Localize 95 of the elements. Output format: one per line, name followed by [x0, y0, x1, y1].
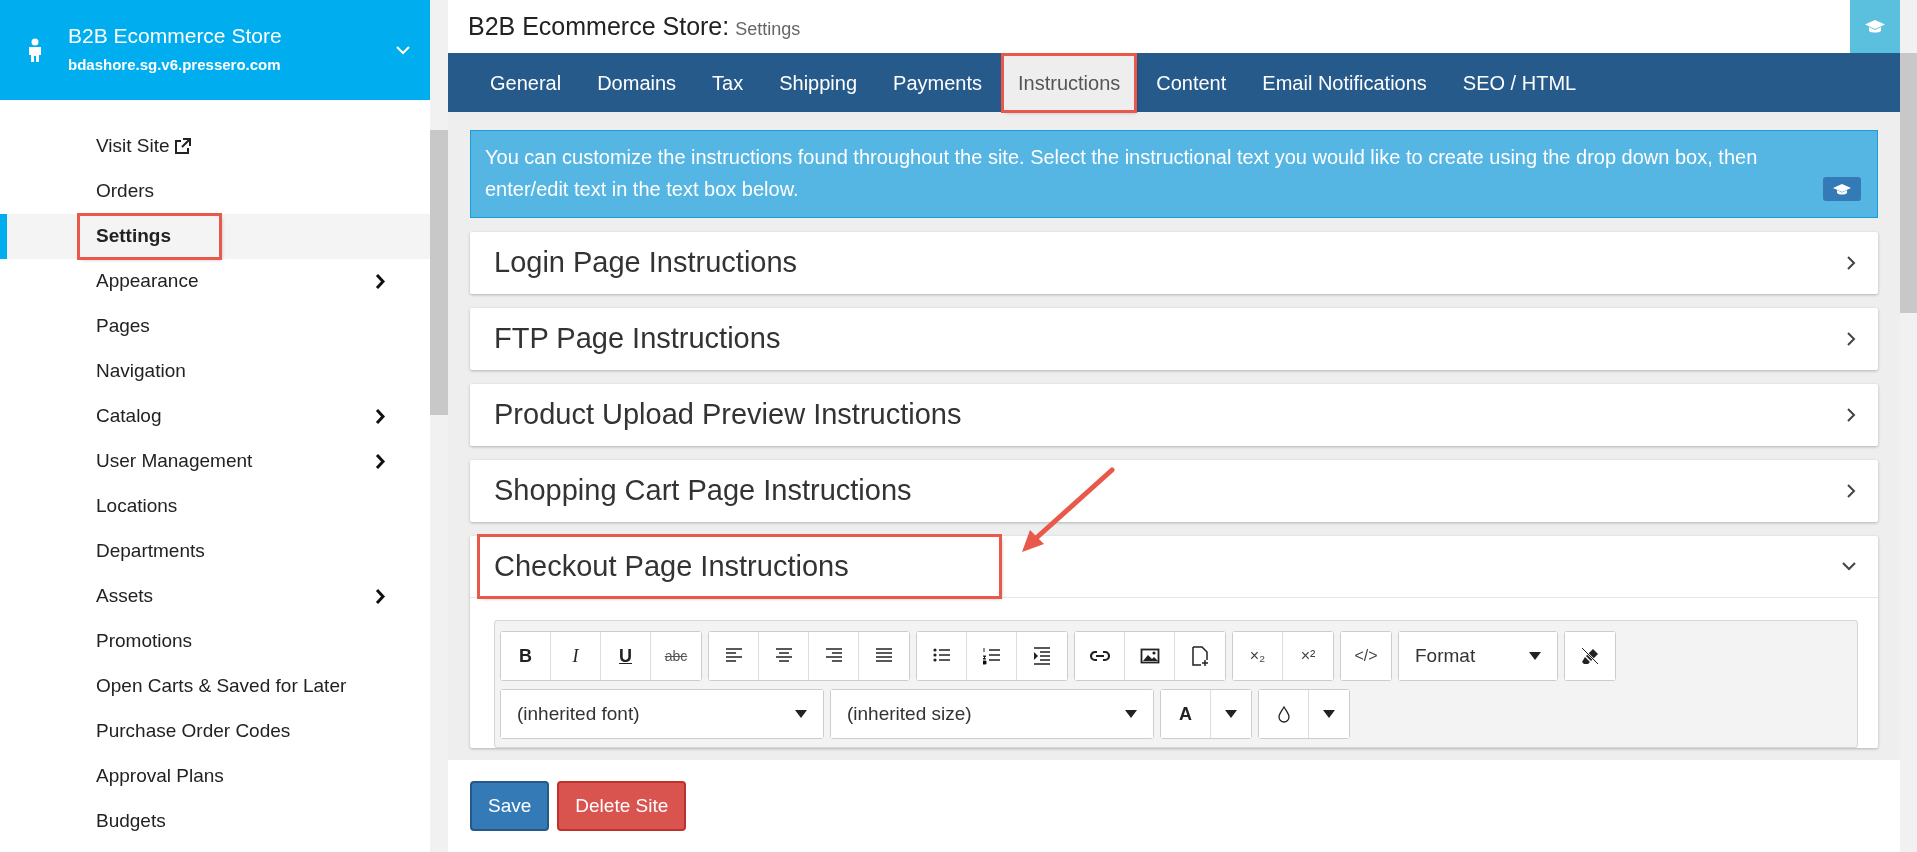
sidebar-item-label: Pages	[96, 314, 150, 339]
sidebar-item[interactable]: Locations	[0, 484, 430, 529]
chevron-right-icon	[1847, 332, 1856, 346]
sidebar-item[interactable]: Departments	[0, 529, 430, 574]
eraser-icon	[1580, 646, 1600, 666]
save-button[interactable]: Save	[470, 780, 550, 832]
toolbar-button[interactable]	[917, 632, 967, 680]
indent-icon	[1032, 646, 1052, 666]
caret-icon	[1225, 710, 1237, 718]
toolbar-button[interactable]: ×₂	[1233, 632, 1283, 680]
caret-icon	[1529, 652, 1541, 660]
graduation-cap-icon	[1865, 19, 1885, 34]
help-button[interactable]	[1823, 177, 1861, 201]
sidebar-item-label: Budgets	[96, 809, 166, 834]
tab[interactable]: Payments	[879, 55, 996, 110]
tab[interactable]: Domains	[583, 55, 691, 110]
sidebar-item[interactable]: Pages	[0, 304, 430, 349]
section-title: Login Page Instructions	[493, 245, 799, 281]
toolbar-button[interactable]	[1075, 632, 1125, 680]
sidebar-item[interactable]: Appearance	[0, 259, 430, 304]
sidebar-item[interactable]: Promotions	[0, 619, 430, 664]
dropdown[interactable]: Format	[1399, 632, 1557, 680]
numbered-list-icon	[981, 646, 1002, 666]
graduation-cap-icon	[1833, 182, 1851, 196]
sidebar-item[interactable]: Visit Site	[0, 124, 430, 169]
chevron-down-icon	[396, 45, 410, 55]
sidebar-scrollbar[interactable]	[430, 0, 448, 852]
toolbar-button[interactable]: </>	[1341, 632, 1391, 680]
caret-icon	[795, 710, 807, 718]
selection-bar	[0, 214, 7, 259]
tab[interactable]: General	[476, 55, 576, 110]
tab[interactable]: Email Notifications	[1248, 55, 1441, 110]
tab[interactable]: Instructions	[1004, 55, 1135, 110]
accordion-header[interactable]: Product Upload Preview Instructions	[470, 384, 1878, 446]
section-title: FTP Page Instructions	[493, 321, 782, 357]
toolbar-button[interactable]	[1565, 632, 1615, 680]
sidebar-item[interactable]: Orders	[0, 169, 430, 214]
section-title: Checkout Page Instructions	[480, 536, 999, 597]
image-icon	[1139, 646, 1160, 666]
sidebar-item-label: Locations	[96, 494, 178, 519]
page-subtitle: Settings	[735, 17, 801, 41]
sidebar-item-label: Assets	[96, 584, 154, 609]
sidebar-item[interactable]: User Management	[0, 439, 430, 484]
sidebar-item-label: Purchase Order Codes	[96, 719, 291, 744]
page-title: B2B Ecommerce Store:	[468, 10, 730, 42]
chevron-right-icon	[1847, 484, 1856, 498]
dropdown-value: (inherited font)	[517, 701, 640, 726]
sidebar-item-label: Departments	[96, 539, 205, 564]
sidebar-item[interactable]: Navigation	[0, 349, 430, 394]
sidebar-item-label: Promotions	[96, 629, 193, 654]
sidebar-item-label: User Management	[96, 449, 253, 474]
store-name: B2B Ecommerce Store	[68, 23, 283, 49]
tab[interactable]: SEO / HTML	[1448, 55, 1591, 110]
dropdown-value: (inherited size)	[847, 701, 972, 726]
sidebar-item-label: Catalog	[96, 404, 162, 429]
tab[interactable]: Content	[1142, 55, 1241, 110]
tab[interactable]: Tax	[698, 55, 758, 110]
sidebar-item[interactable]: Catalog	[0, 394, 430, 439]
sidebar-item-label: Settings	[80, 216, 219, 257]
sidebar-item[interactable]: Budgets	[0, 799, 430, 844]
chevron-right-icon	[1847, 408, 1856, 422]
dropdown-value: Format	[1415, 643, 1476, 668]
page-scrollbar[interactable]	[1900, 0, 1917, 852]
delete-button[interactable]: Delete Site	[557, 780, 687, 832]
accordion-header[interactable]: Shopping Cart Page Instructions	[470, 460, 1878, 522]
sidebar-item[interactable]: Approval Plans	[0, 754, 430, 799]
toolbar-button[interactable]	[709, 632, 759, 680]
bold-button[interactable]: A	[1161, 690, 1211, 738]
sidebar-item-label: Open Carts & Saved for Later	[96, 674, 347, 699]
accordion-header[interactable]: Login Page Instructions	[470, 232, 1878, 294]
sidebar-item[interactable]: Purchase Order Codes	[0, 709, 430, 754]
bold-button[interactable]: B	[501, 632, 551, 680]
caret-icon	[1323, 710, 1335, 718]
section-title: Shopping Cart Page Instructions	[493, 473, 913, 509]
sidebar-item-label: Orders	[96, 179, 155, 204]
dropdown[interactable]: (inherited font)	[501, 690, 823, 738]
chevron-right-icon	[1847, 256, 1856, 270]
dropdown[interactable]: (inherited size)	[831, 690, 1153, 738]
accordion-header[interactable]: Checkout Page Instructions	[470, 536, 1878, 598]
sidebar-item-label: Approval Plans	[96, 764, 224, 789]
sidebar-item[interactable]: Settings	[0, 214, 430, 259]
accordion-header[interactable]: FTP Page Instructions	[470, 308, 1878, 370]
sidebar-item-label: Visit Site	[96, 132, 191, 161]
store-domain: bdashore.sg.v6.pressero.com	[68, 55, 282, 76]
sidebar-item-label: Appearance	[96, 269, 199, 294]
person-icon	[28, 38, 42, 62]
sidebar-item-label: Navigation	[96, 359, 186, 384]
chevron-down-icon	[1842, 562, 1856, 571]
sidebar-item[interactable]: Assets	[0, 574, 430, 619]
new-document-icon	[1190, 646, 1210, 666]
info-text: You can customize the instructions found throughout the site. Select the instructional text you would like to create using the drop down box, then enter/edit text in the text box below.	[485, 145, 1759, 202]
caret-icon	[1125, 710, 1137, 718]
section-title: Product Upload Preview Instructions	[493, 397, 963, 433]
sidebar-item[interactable]: Open Carts & Saved for Later	[0, 664, 430, 709]
tab[interactable]: Shipping	[765, 55, 872, 110]
